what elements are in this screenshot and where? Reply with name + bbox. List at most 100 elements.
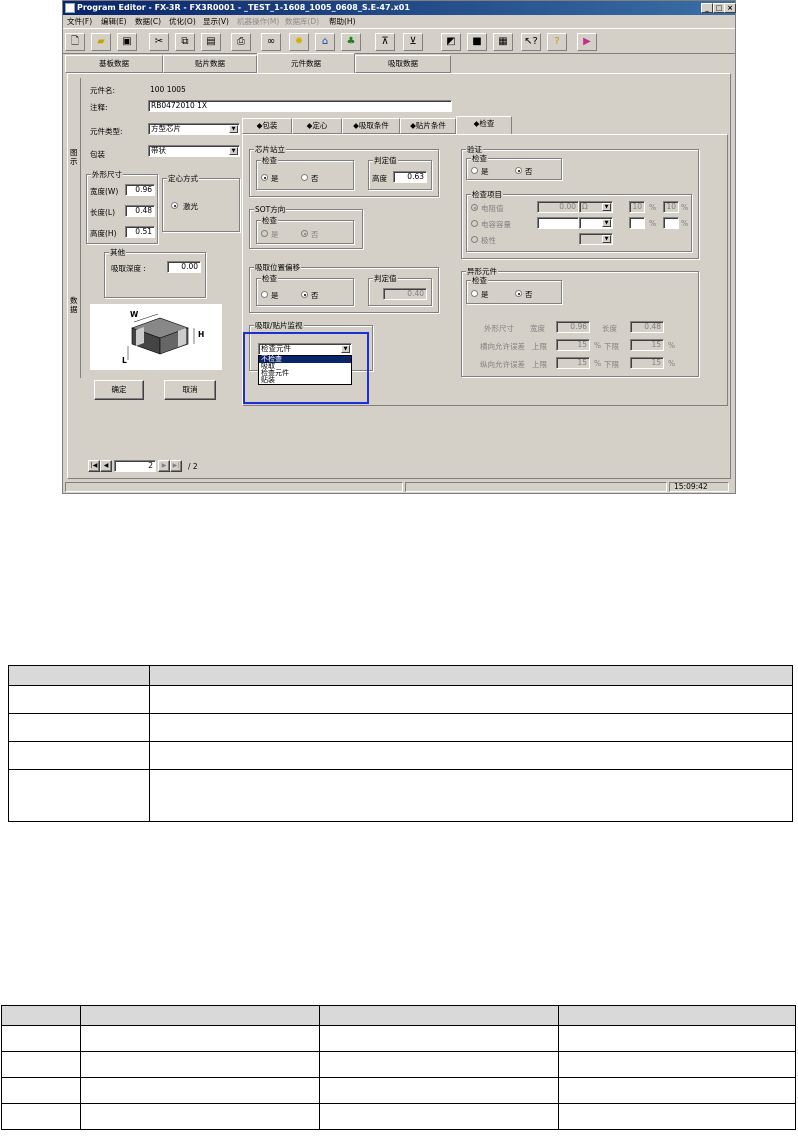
align-top-icon[interactable]: ⊼ — [375, 33, 395, 51]
print-icon[interactable]: ⎙ — [231, 33, 251, 51]
page-input[interactable]: 2 — [114, 460, 156, 472]
chevron-down-icon[interactable]: ▼ — [229, 147, 238, 155]
menu-data[interactable]: 数据(C) — [135, 16, 161, 27]
program-editor-window: Program Editor - FX-3R - FX3R0001 - _TES… — [62, 0, 736, 494]
stop-icon[interactable]: ■ — [467, 33, 487, 51]
chip-standing-height-input[interactable]: 0.63 — [393, 171, 427, 183]
verify-yes-radio[interactable] — [471, 167, 478, 174]
component-type-value: 方型芯片 — [151, 124, 181, 133]
machine-icon[interactable]: ⌂ — [315, 33, 335, 51]
bulb-icon[interactable]: ✹ — [289, 33, 309, 51]
monitor-option-place[interactable]: 贴装 — [259, 377, 351, 384]
chip-standing-height-label: 高度 — [372, 174, 387, 183]
side-tab-strip — [66, 78, 81, 378]
odd-part-no-radio[interactable] — [515, 290, 522, 297]
capacitance-tol1 — [629, 217, 645, 229]
height-input[interactable]: 0.51 — [125, 226, 155, 238]
monitor-dropdown-list: 不检查 吸取 检查元件 贴装 — [258, 355, 352, 385]
verify-no-radio[interactable] — [515, 167, 522, 174]
menu-database: 数据库(D) — [285, 17, 320, 26]
odd-length-input: 0.48 — [630, 321, 664, 333]
paste-icon[interactable]: ▤ — [201, 33, 221, 51]
odd-part-check-group: 检查 是 否 — [466, 275, 562, 304]
save-icon[interactable]: ▣ — [117, 33, 137, 51]
first-record-icon[interactable]: |◀ — [88, 460, 100, 472]
width-input[interactable]: 0.96 — [125, 184, 155, 196]
tab-component-data[interactable]: 元件数据 — [257, 53, 355, 73]
chip-standing-no-radio[interactable] — [301, 174, 308, 181]
open-icon[interactable]: ▰ — [91, 33, 111, 51]
menu-optimize[interactable]: 优化(O) — [169, 16, 196, 27]
prev-record-icon[interactable]: ◀ — [100, 460, 112, 472]
pick-offset-no-radio[interactable] — [301, 291, 308, 298]
outer-size-title: 外形尺寸 — [91, 169, 123, 180]
odd-horiz-upper-label: 上限 — [532, 342, 547, 351]
tab-board-data[interactable]: 基板数据 — [65, 55, 163, 73]
binoculars-icon[interactable]: ∞ — [261, 33, 281, 51]
menu-help[interactable]: 帮助(H) — [329, 16, 356, 27]
component-type-select[interactable]: 方型芯片 ▼ — [148, 123, 240, 135]
menu-view[interactable]: 显示(V) — [203, 16, 229, 27]
table-cell — [80, 1025, 320, 1052]
tab-centering[interactable]: ◆定心 — [292, 118, 342, 134]
width-label: 宽度(W) — [90, 187, 119, 196]
toolbar: 🗋 ▰ ▣ ✂ ⧉ ▤ ⎙ ∞ ✹ ⌂ ♣ ⊼ ⊻ ◩ ■ ▦ ↖? ? ▶ — [63, 28, 735, 54]
table-cell — [80, 1103, 320, 1130]
menu-edit[interactable]: 编辑(E) — [101, 16, 127, 27]
comment-input[interactable]: RB0472010 1X — [148, 100, 452, 112]
package-select[interactable]: 带状 ▼ — [148, 145, 240, 157]
table-row — [1, 1103, 796, 1130]
table-cell — [558, 1025, 796, 1052]
chip-standing-no-label: 否 — [311, 174, 319, 183]
side-tab-diagram[interactable]: 图示 — [70, 148, 78, 166]
component-type-label: 元件类型: — [90, 127, 123, 136]
exit-icon[interactable]: ▶ — [577, 33, 597, 51]
chevron-down-icon[interactable]: ▼ — [229, 125, 238, 133]
pick-offset-yes-radio[interactable] — [261, 291, 268, 298]
copy-icon[interactable]: ⧉ — [175, 33, 195, 51]
table-row — [1, 1025, 796, 1052]
new-icon[interactable]: 🗋 — [65, 33, 85, 51]
help-icon[interactable]: ? — [547, 33, 567, 51]
tab-placement-data[interactable]: 贴片数据 — [163, 55, 257, 73]
length-input[interactable]: 0.48 — [125, 205, 155, 217]
tab-pick-condition[interactable]: ◆吸取条件 — [342, 118, 400, 134]
chip-standing-yes-radio[interactable] — [261, 174, 268, 181]
verify-items-title: 检查项目 — [471, 189, 503, 200]
menu-bar: 文件(F) 编辑(E) 数据(C) 优化(O) 显示(V) 机器操作(M) 数据… — [63, 15, 735, 27]
chevron-down-icon[interactable]: ▼ — [341, 345, 350, 353]
table-cell — [8, 685, 150, 714]
cut-icon[interactable]: ✂ — [149, 33, 169, 51]
length-label: 长度(L) — [90, 208, 116, 217]
sot-check-group: 检查 是 否 — [256, 215, 354, 244]
pick-offset-group: 吸取位置偏移 检查 是 否 判定值 0.40 — [249, 262, 439, 313]
ok-button[interactable]: 确定 — [94, 380, 144, 400]
context-help-icon[interactable]: ↖? — [521, 33, 541, 51]
minimize-button[interactable]: _ — [701, 3, 713, 13]
monitor-select[interactable]: 检查元件 ▼ — [258, 343, 352, 355]
centering-group: 定心方式 激光 — [162, 173, 240, 232]
chip-standing-yes-label: 是 — [271, 174, 279, 183]
cancel-button[interactable]: 取消 — [164, 380, 216, 400]
table-cell — [149, 741, 793, 770]
pick-depth-input[interactable]: 0.00 — [167, 261, 201, 273]
close-button[interactable]: × — [724, 3, 736, 13]
tab-pickup-data[interactable]: 吸取数据 — [355, 55, 451, 73]
capacitance-label: 电容容量 — [481, 220, 511, 229]
resistance-tol2: 10 — [663, 201, 679, 213]
odd-part-yes-radio[interactable] — [471, 290, 478, 297]
component-diagram: W H L — [90, 304, 222, 370]
side-tab-data[interactable]: 数据 — [70, 296, 78, 314]
diagram-l-label: L — [122, 356, 127, 365]
component-icon[interactable]: ♣ — [341, 33, 361, 51]
grid-icon[interactable]: ▦ — [493, 33, 513, 51]
menu-file[interactable]: 文件(F) — [67, 16, 92, 27]
odd-part-group: 异形元件 检查 是 否 外形尺寸 宽度 0.96 长度 0.48 横向允许误差 … — [461, 266, 699, 377]
tab-place-condition[interactable]: ◆贴片条件 — [400, 118, 456, 134]
table-row — [8, 769, 793, 822]
tab-check[interactable]: ◆检查 — [456, 116, 512, 134]
centering-laser-radio[interactable] — [171, 202, 178, 209]
align-bottom-icon[interactable]: ⊻ — [403, 33, 423, 51]
tab-package[interactable]: ◆包装 — [242, 118, 292, 134]
move-icon[interactable]: ◩ — [441, 33, 461, 51]
